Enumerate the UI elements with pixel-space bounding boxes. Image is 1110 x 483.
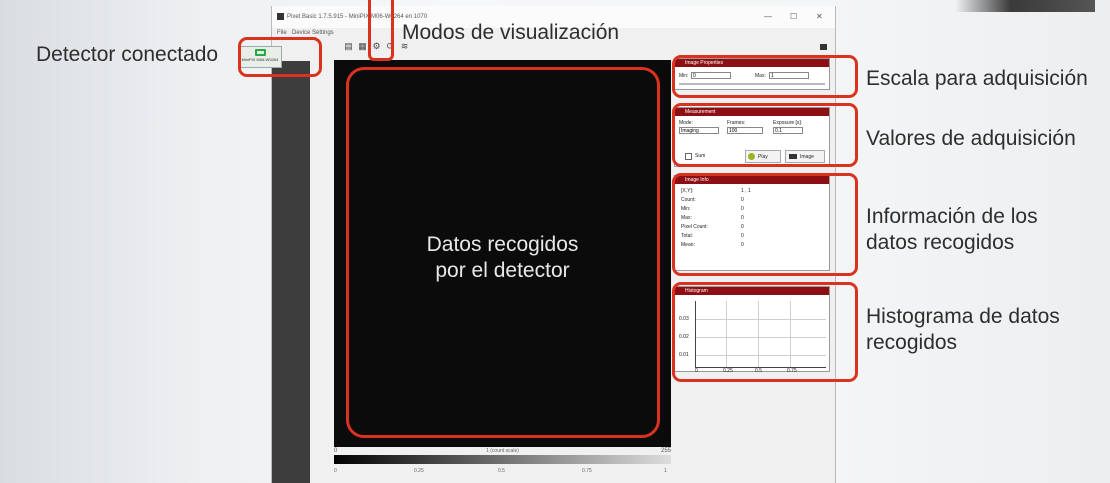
viewer-highlight-box — [346, 67, 660, 438]
scale-highlight-box — [672, 55, 858, 98]
measurement-highlight-box — [672, 103, 858, 167]
menu-device[interactable]: Device — [292, 30, 310, 36]
minimize-button[interactable]: — — [764, 12, 772, 21]
histogram-highlight-box — [672, 282, 858, 382]
range-right: 255 — [661, 448, 672, 454]
colorbar[interactable] — [334, 455, 671, 464]
background-streak — [955, 0, 1095, 12]
info-highlight-box — [672, 173, 858, 276]
save-icon[interactable]: ▤ — [344, 42, 353, 51]
histogram-annotation: Histograma de datos recogidos — [866, 305, 1060, 354]
colorbar-tick: 1 — [664, 468, 667, 474]
device-sidebar — [272, 61, 310, 483]
colorbar-label: 1 (count scale) — [486, 448, 519, 454]
acquisition-values-annotation: Valores de adquisición — [866, 127, 1076, 150]
colorbar-tick: 0.75 — [582, 468, 592, 474]
colorbar-tick: 0 — [334, 468, 337, 474]
view-modes-annotation: Modos de visualización — [402, 21, 620, 44]
grid-icon[interactable]: ▦ — [358, 42, 367, 51]
view-modes-highlight-box — [368, 0, 394, 61]
data-info-annotation: Información de los datos recogidos — [866, 205, 1038, 254]
colorbar-tick: 0.5 — [498, 468, 505, 474]
menu-file[interactable]: File — [277, 30, 287, 36]
maximize-button[interactable]: ☐ — [790, 12, 797, 21]
app-logo-icon — [277, 13, 284, 20]
dock-icon[interactable] — [820, 44, 827, 50]
detector-connected-annotation: Detector conectado — [36, 43, 219, 66]
close-button[interactable]: ✕ — [816, 12, 823, 21]
detector-highlight-box — [238, 37, 322, 77]
colorbar-tick: 0.25 — [414, 468, 424, 474]
menu-settings[interactable]: Settings — [312, 30, 334, 36]
acquisition-scale-annotation: Escala para adquisición — [866, 67, 1088, 90]
